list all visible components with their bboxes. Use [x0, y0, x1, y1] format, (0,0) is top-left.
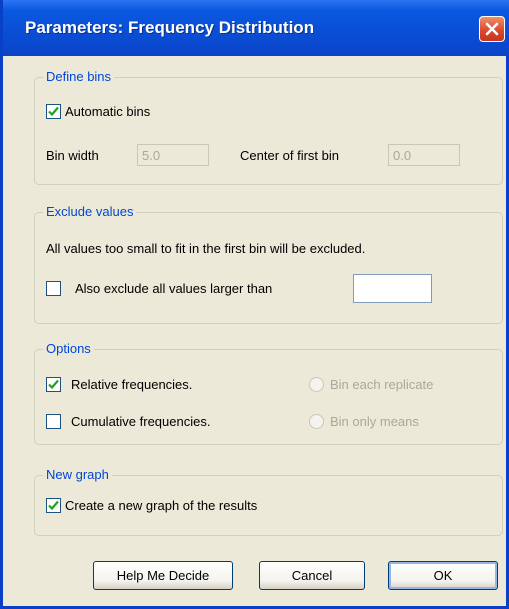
cancel-button[interactable]: Cancel	[259, 561, 365, 590]
new-graph-group: New graph Create a new graph of the resu…	[34, 467, 503, 536]
center-first-bin-field[interactable]	[388, 144, 460, 166]
cumulative-frequencies-label[interactable]: Cumulative frequencies.	[71, 414, 210, 429]
close-button[interactable]	[479, 16, 505, 42]
ok-button[interactable]: OK	[388, 561, 498, 590]
bin-width-label: Bin width	[46, 148, 99, 163]
automatic-bins-label[interactable]: Automatic bins	[65, 104, 150, 119]
dialog-title: Parameters: Frequency Distribution	[25, 18, 315, 37]
define-bins-group: Define bins Automatic bins Bin width Cen…	[34, 69, 503, 185]
bin-each-replicate-radio[interactable]	[309, 377, 324, 392]
center-first-bin-label: Center of first bin	[240, 148, 339, 163]
relative-frequencies-label[interactable]: Relative frequencies.	[71, 377, 192, 392]
exclude-note: All values too small to fit in the first…	[46, 241, 366, 256]
help-me-decide-button[interactable]: Help Me Decide	[93, 561, 233, 590]
bin-only-means-radio[interactable]	[309, 414, 324, 429]
bin-only-means-label[interactable]: Bin only means	[330, 414, 419, 429]
define-bins-legend: Define bins	[43, 69, 115, 84]
checkmark-icon	[48, 379, 59, 390]
close-icon	[485, 22, 499, 36]
title-bar[interactable]: Parameters: Frequency Distribution	[3, 0, 509, 56]
exclude-larger-field[interactable]	[353, 274, 432, 303]
create-graph-label[interactable]: Create a new graph of the results	[65, 498, 257, 513]
relative-frequencies-checkbox[interactable]	[46, 377, 61, 392]
new-graph-legend: New graph	[43, 467, 112, 482]
exclude-larger-checkbox[interactable]	[46, 281, 61, 296]
bin-each-replicate-label[interactable]: Bin each replicate	[330, 377, 433, 392]
create-graph-checkbox[interactable]	[46, 498, 61, 513]
exclude-values-legend: Exclude values	[43, 204, 137, 219]
checkmark-icon	[48, 106, 59, 117]
options-group: Options Relative frequencies. Bin each r…	[34, 341, 503, 445]
exclude-larger-label[interactable]: Also exclude all values larger than	[75, 281, 272, 296]
bin-width-field[interactable]	[137, 144, 209, 166]
checkmark-icon	[48, 500, 59, 511]
cumulative-frequencies-checkbox[interactable]	[46, 414, 61, 429]
dialog-window: Parameters: Frequency Distribution Defin…	[0, 0, 509, 609]
exclude-values-group: Exclude values All values too small to f…	[34, 204, 503, 324]
options-legend: Options	[43, 341, 94, 356]
automatic-bins-checkbox[interactable]	[46, 104, 61, 119]
